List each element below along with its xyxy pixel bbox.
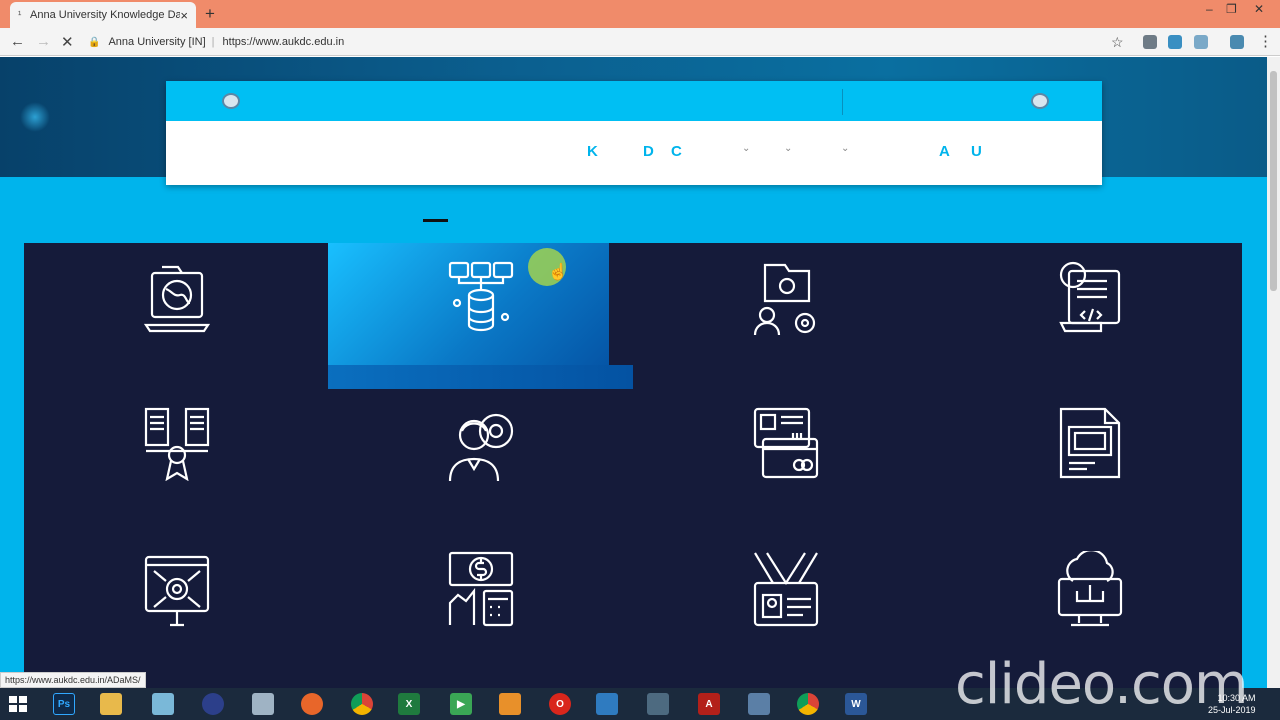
university-logo-icon[interactable] xyxy=(222,93,240,109)
back-icon[interactable]: ← xyxy=(10,33,25,50)
browser-title-bar: ¹ Anna University Knowledge Data × + – ❐… xyxy=(0,0,1280,28)
laptop-globe-icon xyxy=(144,265,210,333)
nav-item-k[interactable]: K xyxy=(587,143,598,160)
service-tile-3[interactable] xyxy=(633,243,937,389)
notepad-icon[interactable] xyxy=(152,693,174,715)
service-tile-5[interactable] xyxy=(24,389,328,535)
menu-icon[interactable]: ⋮ xyxy=(1258,32,1273,50)
service-tile-10[interactable] xyxy=(328,535,632,681)
hand-cursor-icon: ☝ xyxy=(548,264,568,281)
extension-1-icon[interactable] xyxy=(1143,35,1157,49)
section-title-underline xyxy=(423,219,448,222)
stop-loading-icon[interactable]: ✕ xyxy=(61,33,74,51)
folder-email-settings-icon xyxy=(753,263,816,335)
nav-item-c[interactable]: C xyxy=(671,143,682,160)
network-icon[interactable] xyxy=(596,693,618,715)
calculator-icon[interactable] xyxy=(252,693,274,715)
maximize-icon[interactable]: ❐ xyxy=(1226,2,1237,16)
chrome-active-icon[interactable] xyxy=(797,693,819,715)
document-screen-icon xyxy=(1059,407,1121,479)
tab-favicon-icon: ¹ xyxy=(18,9,22,21)
address-bar[interactable]: 🔒 Anna University [IN] | https://www.auk… xyxy=(88,32,1138,52)
id-card-icon xyxy=(753,407,819,479)
word-icon[interactable]: W xyxy=(845,693,867,715)
acrobat-icon[interactable]: A xyxy=(698,693,720,715)
database-network-icon xyxy=(448,261,514,332)
site-header: K D C ⌄ ⌄ ⌄ A U xyxy=(166,81,1102,185)
file-explorer-icon[interactable] xyxy=(100,693,122,715)
header-top-bar xyxy=(166,81,1102,121)
extension-2-icon[interactable] xyxy=(1168,35,1182,49)
header-divider xyxy=(842,89,843,115)
firefox-icon[interactable] xyxy=(301,693,323,715)
tile-hover-strip xyxy=(328,365,633,389)
person-gear-icon xyxy=(448,413,514,481)
documents-certificate-icon xyxy=(144,407,210,481)
finance-calculator-icon xyxy=(448,551,514,627)
tab-close-icon[interactable]: × xyxy=(180,8,188,23)
nav-item-a[interactable]: A xyxy=(939,143,950,160)
minimize-icon[interactable]: – xyxy=(1206,2,1213,16)
service-tile-7[interactable] xyxy=(633,389,937,535)
nav-item-u[interactable]: U xyxy=(971,143,982,160)
web-page: K D C ⌄ ⌄ ⌄ A U ☝ xyxy=(0,57,1267,688)
package-icon[interactable] xyxy=(499,693,521,715)
browser-toolbar: ← → ✕ 🔒 Anna University [IN] | https://w… xyxy=(0,28,1280,56)
secondary-logo-icon[interactable] xyxy=(1031,93,1049,109)
nav-item-d[interactable]: D xyxy=(643,143,654,160)
services-grid xyxy=(24,243,1242,688)
opera-icon[interactable]: O xyxy=(549,693,571,715)
service-tile-9[interactable] xyxy=(24,535,328,681)
hero-glow xyxy=(20,102,50,132)
chrome-icon[interactable] xyxy=(351,693,373,715)
service-tile-4[interactable] xyxy=(937,243,1241,389)
service-tile-6[interactable] xyxy=(328,389,632,535)
extension-3-icon[interactable] xyxy=(1194,35,1208,49)
service-tile-8[interactable] xyxy=(937,389,1241,535)
id-badge-icon xyxy=(753,552,819,627)
new-tab-button[interactable]: + xyxy=(205,4,215,24)
page-scrollbar[interactable] xyxy=(1267,57,1280,688)
scrollbar-thumb[interactable] xyxy=(1270,71,1277,291)
address-separator: | xyxy=(211,36,215,48)
lock-icon: 🔒 xyxy=(88,36,101,48)
cloud-computer-icon xyxy=(1057,551,1123,627)
tools-icon[interactable] xyxy=(748,693,770,715)
status-link-preview: https://www.aukdc.edu.in/ADaMS/ xyxy=(0,672,146,688)
site-identity[interactable]: Anna University [IN] xyxy=(108,36,205,48)
chevron-down-icon[interactable]: ⌄ xyxy=(841,143,849,154)
desktop-icon[interactable] xyxy=(647,693,669,715)
media-icon[interactable] xyxy=(202,693,224,715)
url-text[interactable]: https://www.aukdc.edu.in xyxy=(223,36,345,48)
service-tile-11[interactable] xyxy=(633,535,937,681)
excel-icon[interactable]: X xyxy=(398,693,420,715)
screen-gear-icon xyxy=(144,555,210,627)
video-icon[interactable]: ▶ xyxy=(450,693,472,715)
bookmark-star-icon[interactable]: ☆ xyxy=(1111,34,1124,51)
close-window-icon[interactable]: ✕ xyxy=(1254,2,1264,16)
extension-4-icon[interactable] xyxy=(1230,35,1244,49)
tab-title: Anna University Knowledge Data xyxy=(30,9,181,21)
chevron-down-icon[interactable]: ⌄ xyxy=(784,143,792,154)
browser-tab[interactable]: ¹ Anna University Knowledge Data × xyxy=(10,2,196,28)
service-tile-1[interactable] xyxy=(24,243,328,389)
watermark: clideo.com xyxy=(955,652,1249,717)
code-document-icon xyxy=(1059,261,1121,333)
forward-icon[interactable]: → xyxy=(36,33,51,50)
photoshop-icon[interactable]: Ps xyxy=(53,693,75,715)
chevron-down-icon[interactable]: ⌄ xyxy=(742,143,750,154)
windows-start-icon[interactable] xyxy=(9,696,27,712)
